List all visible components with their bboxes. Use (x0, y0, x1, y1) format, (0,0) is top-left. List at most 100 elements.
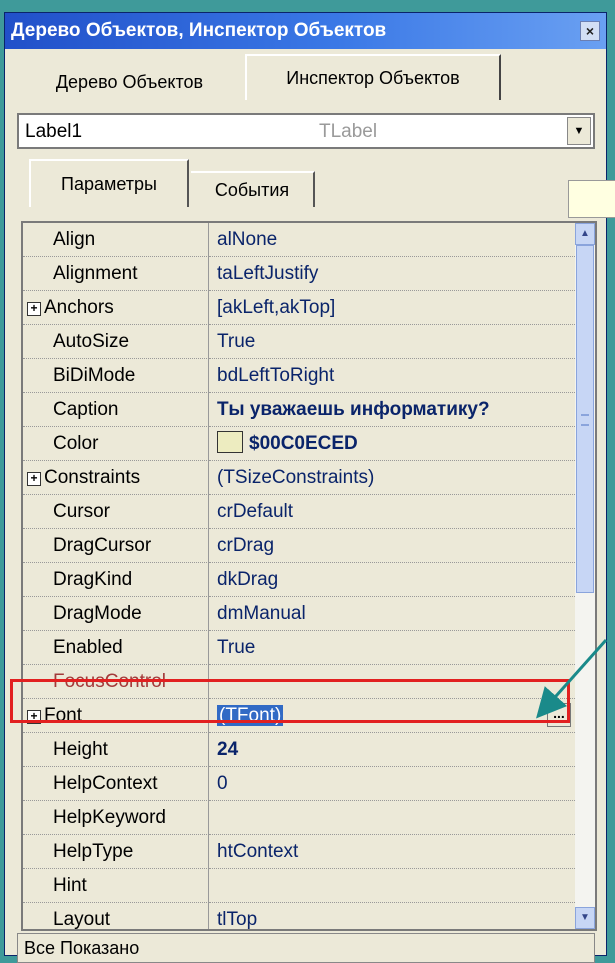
property-value-text: bdLeftToRight (217, 365, 335, 386)
property-value[interactable] (209, 869, 575, 903)
property-value[interactable] (209, 665, 575, 699)
tab-events[interactable]: События (191, 171, 315, 207)
expand-icon[interactable]: + (27, 302, 41, 316)
property-name[interactable]: DragMode (23, 597, 209, 631)
property-value-text: [akLeft,akTop] (217, 297, 336, 318)
property-value-text: 0 (217, 773, 228, 794)
property-value[interactable]: True (209, 631, 575, 665)
property-value[interactable]: True (209, 325, 575, 359)
property-value[interactable]: dkDrag (209, 563, 575, 597)
property-name[interactable]: Layout (23, 903, 209, 929)
property-value-text: Ты уважаешь информатику? (217, 399, 490, 420)
property-name[interactable]: HelpContext (23, 767, 209, 801)
property-value[interactable]: tlTop (209, 903, 575, 929)
property-name[interactable]: + Font (23, 699, 209, 733)
object-selector[interactable]: Label1 TLabel ▼ (17, 113, 595, 149)
property-name-label: HelpContext (53, 773, 158, 794)
property-name[interactable]: Enabled (23, 631, 209, 665)
property-value[interactable]: [akLeft,akTop] (209, 291, 575, 325)
property-name-label: Anchors (44, 297, 114, 318)
property-row[interactable]: HelpContext 0 (23, 767, 575, 801)
ellipsis-button[interactable]: ... (547, 703, 571, 727)
property-name[interactable]: BiDiMode (23, 359, 209, 393)
property-name[interactable]: Alignment (23, 257, 209, 291)
property-name[interactable]: Caption (23, 393, 209, 427)
property-name[interactable]: DragKind (23, 563, 209, 597)
object-inspector-window: Дерево Объектов, Инспектор Объектов × Де… (4, 12, 607, 963)
expand-icon[interactable]: + (27, 472, 41, 486)
property-row[interactable]: Enabled True (23, 631, 575, 665)
property-value[interactable]: (TFont)... (209, 699, 575, 733)
property-row[interactable]: Caption Ты уважаешь информатику? (23, 393, 575, 427)
chevron-down-icon[interactable]: ▼ (567, 117, 591, 145)
property-name-label: Cursor (53, 501, 111, 522)
property-name-label: Font (44, 705, 83, 726)
property-name[interactable]: AutoSize (23, 325, 209, 359)
property-value[interactable]: (TSizeConstraints) (209, 461, 575, 495)
property-row[interactable]: Hint (23, 869, 575, 903)
property-name-label: DragCursor (53, 535, 152, 556)
property-row[interactable]: AutoSize True (23, 325, 575, 359)
property-value[interactable]: crDrag (209, 529, 575, 563)
property-row[interactable]: FocusControl (23, 665, 575, 699)
property-row[interactable]: + Constraints (TSizeConstraints) (23, 461, 575, 495)
property-value[interactable]: alNone (209, 223, 575, 257)
property-row[interactable]: Align alNone (23, 223, 575, 257)
inner-tab-strip: Параметры События (17, 159, 597, 207)
expand-icon[interactable]: + (27, 710, 41, 724)
scroll-thumb[interactable] (576, 245, 594, 593)
property-name-label: Caption (53, 399, 119, 420)
property-value[interactable]: $00C0ECED (209, 427, 575, 461)
scroll-down-icon[interactable]: ▼ (575, 907, 595, 929)
property-value[interactable]: bdLeftToRight (209, 359, 575, 393)
property-row[interactable]: Layout tlTop (23, 903, 575, 929)
property-name[interactable]: Cursor (23, 495, 209, 529)
property-name[interactable]: Hint (23, 869, 209, 903)
tab-object-tree[interactable]: Дерево Объектов (17, 64, 242, 100)
property-name[interactable]: Height (23, 733, 209, 767)
property-name-label: HelpKeyword (53, 807, 166, 828)
tab-properties[interactable]: Параметры (29, 159, 189, 207)
property-row[interactable]: Alignment taLeftJustify (23, 257, 575, 291)
close-icon[interactable]: × (580, 21, 600, 41)
scroll-up-icon[interactable]: ▲ (575, 223, 595, 245)
property-row[interactable]: BiDiMode bdLeftToRight (23, 359, 575, 393)
tab-object-inspector[interactable]: Инспектор Объектов (245, 54, 501, 100)
property-name-label: Align (53, 229, 96, 250)
property-value[interactable]: dmManual (209, 597, 575, 631)
property-name-label: Color (53, 433, 99, 454)
property-row[interactable]: Cursor crDefault (23, 495, 575, 529)
property-name[interactable]: + Constraints (23, 461, 209, 495)
property-row[interactable]: HelpType htContext (23, 835, 575, 869)
property-row[interactable]: HelpKeyword (23, 801, 575, 835)
property-name[interactable]: HelpKeyword (23, 801, 209, 835)
property-value-text: crDrag (217, 535, 275, 556)
property-value[interactable]: Ты уважаешь информатику? (209, 393, 575, 427)
vertical-scrollbar[interactable]: ▲ ▼ (575, 223, 595, 929)
property-row[interactable]: + Font (TFont)... (23, 699, 575, 733)
property-name[interactable]: Align (23, 223, 209, 257)
property-name-label: Alignment (53, 263, 138, 284)
property-name[interactable]: DragCursor (23, 529, 209, 563)
property-row[interactable]: DragMode dmManual (23, 597, 575, 631)
property-row[interactable]: + Anchors [akLeft,akTop] (23, 291, 575, 325)
property-name[interactable]: Color (23, 427, 209, 461)
property-value[interactable]: 0 (209, 767, 575, 801)
property-row[interactable]: Color $00C0ECED (23, 427, 575, 461)
property-value-text: dkDrag (217, 569, 279, 590)
property-value[interactable]: taLeftJustify (209, 257, 575, 291)
property-row[interactable]: DragCursor crDrag (23, 529, 575, 563)
property-value[interactable]: 24 (209, 733, 575, 767)
property-value[interactable] (209, 801, 575, 835)
property-name-label: Constraints (44, 467, 141, 488)
property-row[interactable]: Height 24 (23, 733, 575, 767)
property-name[interactable]: FocusControl (23, 665, 209, 699)
property-value[interactable]: crDefault (209, 495, 575, 529)
property-name[interactable]: HelpType (23, 835, 209, 869)
tooltip-box (568, 180, 615, 218)
property-name[interactable]: + Anchors (23, 291, 209, 325)
property-value[interactable]: htContext (209, 835, 575, 869)
property-row[interactable]: DragKind dkDrag (23, 563, 575, 597)
title-bar[interactable]: Дерево Объектов, Инспектор Объектов × (5, 13, 606, 49)
property-value-text: crDefault (217, 501, 294, 522)
